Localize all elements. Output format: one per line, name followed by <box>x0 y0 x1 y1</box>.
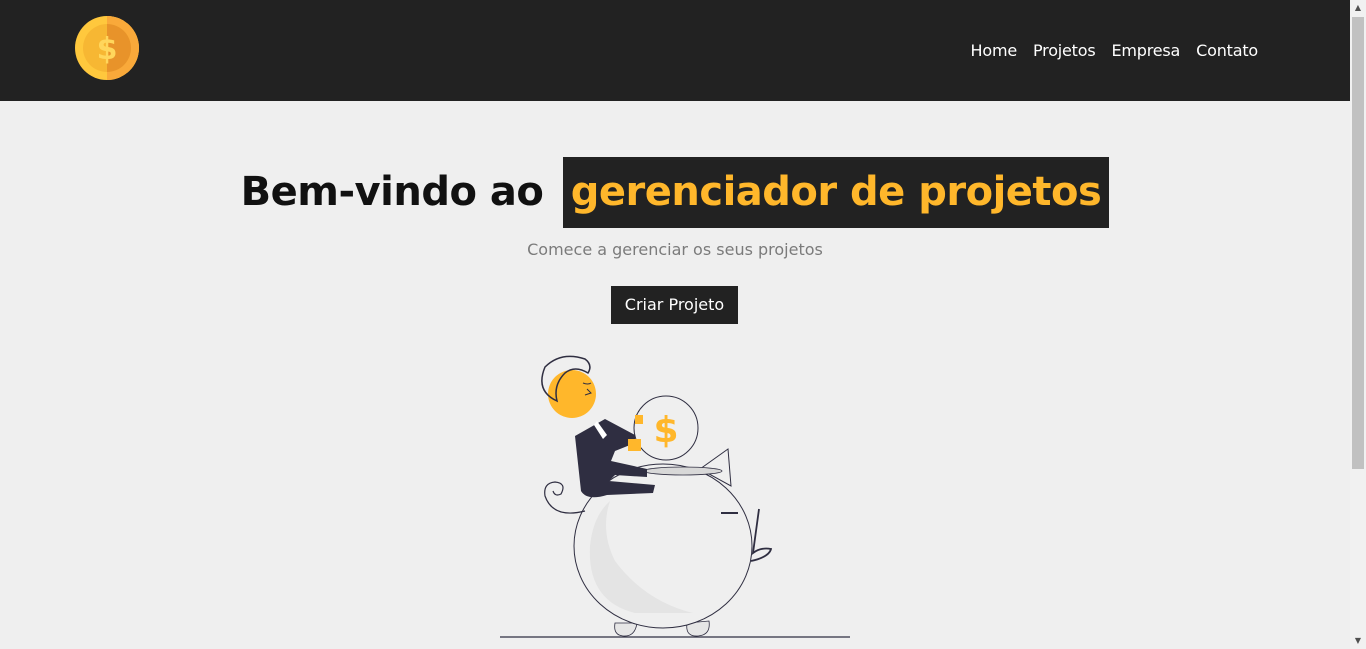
scroll-down-arrow-icon[interactable]: ▼ <box>1350 633 1366 649</box>
page-scrollbar[interactable]: ▲ ▼ <box>1350 0 1366 649</box>
piggy-bank-icon <box>544 448 773 637</box>
main-content: Bem-vindo ao gerenciador de projetos Com… <box>0 101 1350 649</box>
create-project-button[interactable]: Criar Projeto <box>611 286 738 324</box>
nav-link-home[interactable]: Home <box>971 38 1018 64</box>
scroll-thumb[interactable] <box>1352 17 1364 469</box>
hero-subtitle: Comece a gerenciar os seus projetos <box>527 240 823 259</box>
hero-title-highlight: gerenciador de projetos <box>562 157 1110 228</box>
hero-title-prefix: Bem-vindo ao <box>240 169 544 215</box>
svg-text:$: $ <box>97 32 118 67</box>
scroll-up-arrow-icon[interactable]: ▲ <box>1350 0 1366 16</box>
nav-links: Home Projetos Empresa Contato <box>971 38 1259 64</box>
hero-title: Bem-vindo ao gerenciador de projetos <box>0 157 1350 228</box>
piggy-bank-illustration: $ <box>500 355 850 638</box>
nav-link-contato[interactable]: Contato <box>1196 38 1258 64</box>
dollar-coin-logo-icon[interactable]: $ <box>75 16 139 80</box>
coin-icon: $ <box>633 395 699 461</box>
nav-link-empresa[interactable]: Empresa <box>1111 38 1180 64</box>
nav-link-projetos[interactable]: Projetos <box>1033 38 1096 64</box>
svg-text:$: $ <box>653 410 678 451</box>
navbar: $ Home Projetos Empresa Contato <box>0 0 1350 101</box>
